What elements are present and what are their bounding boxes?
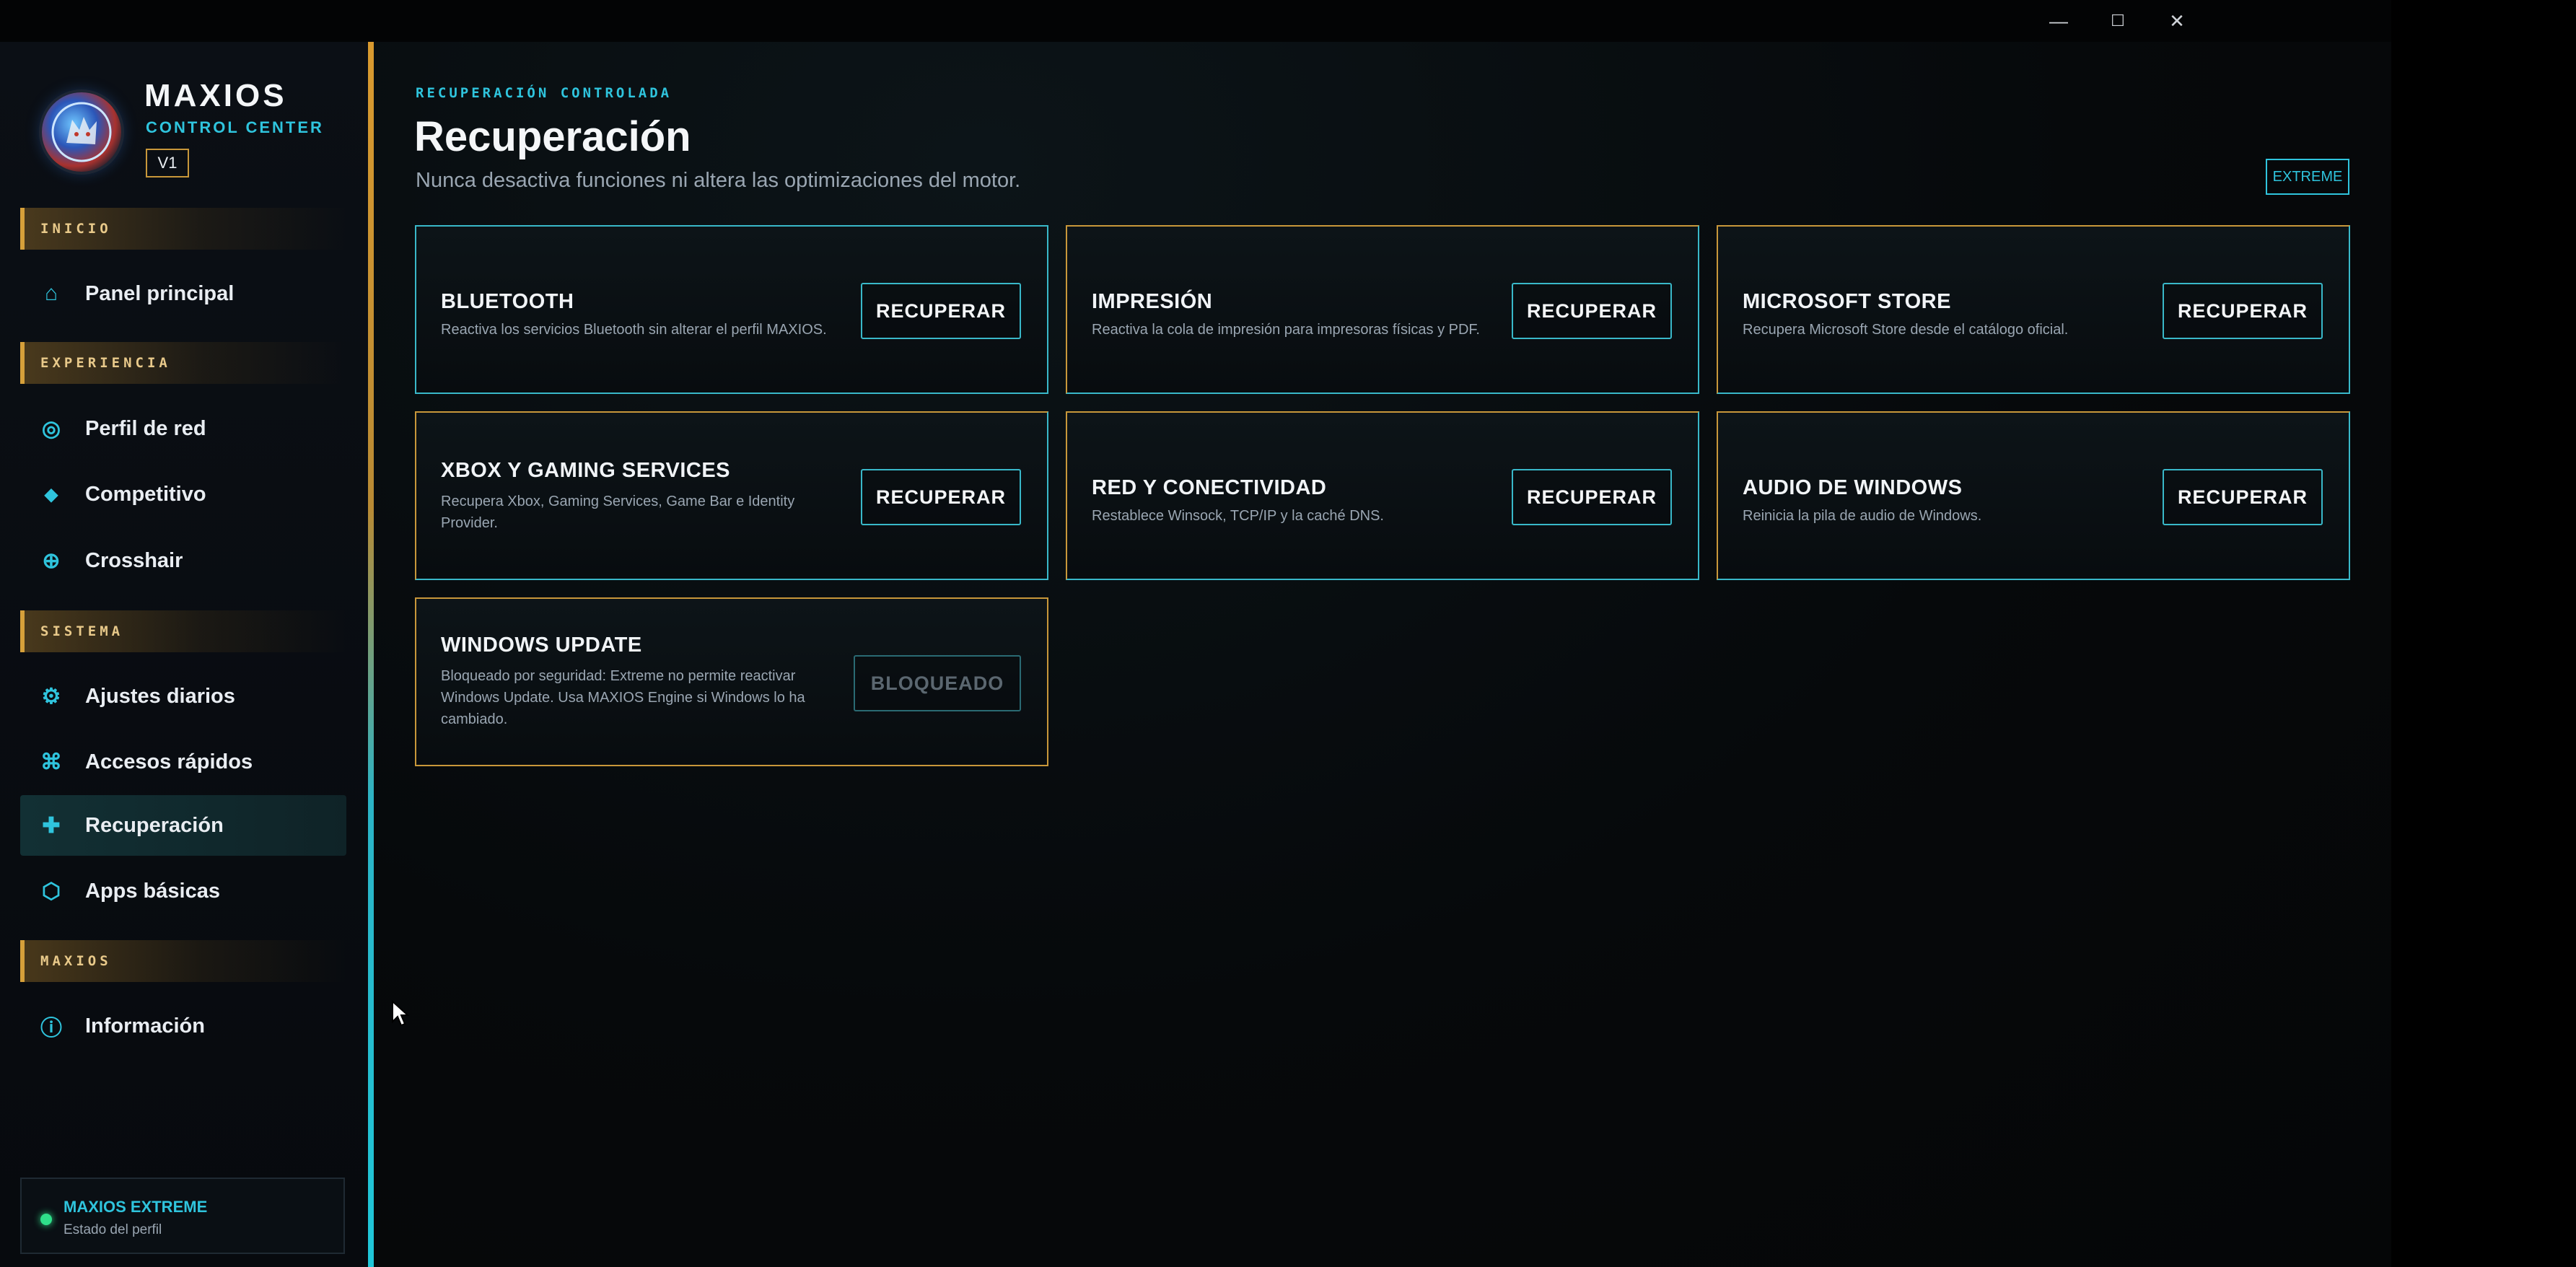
- recovery-card-xbox: XBOX Y GAMING SERVICES Recupera Xbox, Ga…: [415, 411, 1048, 580]
- profile-badge: EXTREME: [2266, 159, 2349, 195]
- gear-icon: ⚙: [41, 684, 61, 709]
- mouse-cursor-icon: [392, 1000, 410, 1027]
- card-description: Restablece Winsock, TCP/IP y la caché DN…: [1092, 508, 1384, 524]
- sidebar-item-label: Competitivo: [85, 482, 206, 506]
- sidebar-item-label: Panel principal: [85, 281, 235, 305]
- page-title: Recuperación: [414, 113, 691, 160]
- card-title: IMPRESIÓN: [1092, 290, 1213, 313]
- card-description: Bloqueado por seguridad: Extreme no perm…: [441, 668, 805, 727]
- sidebar-item-label: Información: [85, 1014, 205, 1038]
- maximize-icon[interactable]: ☐: [2088, 0, 2147, 42]
- card-title: BLUETOOTH: [441, 290, 574, 313]
- sidebar-accent-divider: [368, 42, 374, 1267]
- sidebar-item-perfil-de-red[interactable]: ◎ Perfil de red: [20, 398, 346, 459]
- card-description: Reactiva los servicios Bluetooth sin alt…: [441, 322, 827, 338]
- recovery-card-bluetooth: BLUETOOTH Reactiva los servicios Bluetoo…: [415, 225, 1048, 394]
- title-bar: — ☐ ✕: [0, 0, 2391, 42]
- crosshair-icon: ⊕: [42, 548, 61, 573]
- minimize-icon[interactable]: —: [2029, 0, 2088, 42]
- card-title: XBOX Y GAMING SERVICES: [441, 459, 730, 482]
- recover-button[interactable]: RECUPERAR: [861, 283, 1021, 339]
- sidebar-item-informacion[interactable]: ⓘ Información: [20, 996, 346, 1056]
- card-title: WINDOWS UPDATE: [441, 634, 642, 657]
- recover-button[interactable]: RECUPERAR: [2163, 469, 2323, 525]
- recover-button[interactable]: RECUPERAR: [1512, 283, 1672, 339]
- command-icon: ⌘: [40, 750, 62, 774]
- recovery-card-audio: AUDIO DE WINDOWS Reinicia la pila de aud…: [1717, 411, 2350, 580]
- status-indicator: [40, 1214, 52, 1225]
- window-controls: — ☐ ✕: [2029, 0, 2207, 42]
- brand-name: MAXIOS: [144, 78, 287, 113]
- recover-button[interactable]: RECUPERAR: [861, 469, 1021, 525]
- card-description: Reinicia la pila de audio de Windows.: [1743, 508, 1982, 524]
- section-maxios: MAXIOS: [20, 940, 346, 982]
- profile-status-panel: MAXIOS EXTREME Estado del perfil: [20, 1178, 345, 1254]
- hexagon-icon: ⬡: [41, 879, 61, 903]
- wolf-logo-icon: [51, 102, 112, 162]
- sidebar-item-panel-principal[interactable]: ⌂ Panel principal: [20, 263, 346, 324]
- status-subtitle: Estado del perfil: [63, 1222, 162, 1237]
- card-title: RED Y CONECTIVIDAD: [1092, 476, 1327, 499]
- recover-button[interactable]: RECUPERAR: [2163, 283, 2323, 339]
- status-title: MAXIOS EXTREME: [63, 1198, 208, 1216]
- card-title: AUDIO DE WINDOWS: [1743, 476, 1963, 499]
- maxios-logo: [42, 92, 121, 172]
- section-inicio: INICIO: [20, 208, 346, 250]
- close-icon[interactable]: ✕: [2147, 0, 2207, 42]
- sidebar-item-competitivo[interactable]: ◆ Competitivo: [20, 464, 346, 525]
- sidebar-item-apps-basicas[interactable]: ⬡ Apps básicas: [20, 861, 346, 921]
- sidebar: MAXIOS CONTROL CENTER V1 INICIO ⌂ Panel …: [0, 42, 368, 1267]
- recovery-card-red-conectividad: RED Y CONECTIVIDAD Restablece Winsock, T…: [1066, 411, 1699, 580]
- blocked-button: BLOQUEADO: [854, 655, 1021, 711]
- brand-subtitle: CONTROL CENTER: [146, 118, 324, 136]
- sidebar-item-ajustes-diarios[interactable]: ⚙ Ajustes diarios: [20, 666, 346, 727]
- sidebar-item-label: Perfil de red: [85, 416, 206, 440]
- section-sistema: SISTEMA: [20, 610, 346, 652]
- sidebar-item-recuperacion[interactable]: ✚ Recuperación: [20, 795, 346, 856]
- version-badge: V1: [146, 149, 189, 177]
- sidebar-item-label: Crosshair: [85, 548, 183, 572]
- sidebar-item-label: Apps básicas: [85, 879, 220, 903]
- recovery-card-windows-update: WINDOWS UPDATE Bloqueado por seguridad: …: [415, 597, 1048, 766]
- target-icon: ◎: [41, 416, 61, 441]
- page-eyebrow: RECUPERACIÓN CONTROLADA: [416, 85, 673, 101]
- info-icon: ⓘ: [40, 1017, 62, 1040]
- diamond-icon: ◆: [44, 484, 58, 504]
- card-title: MICROSOFT STORE: [1743, 290, 1951, 313]
- sidebar-item-crosshair[interactable]: ⊕ Crosshair: [20, 530, 346, 591]
- sidebar-item-label: Ajustes diarios: [85, 684, 235, 708]
- card-description: Reactiva la cola de impresión para impre…: [1092, 322, 1480, 338]
- recovery-card-impresion: IMPRESIÓN Reactiva la cola de impresión …: [1066, 225, 1699, 394]
- outside-area: [2391, 0, 2576, 1267]
- card-description: Recupera Microsoft Store desde el catálo…: [1743, 322, 2069, 338]
- sidebar-item-accesos-rapidos[interactable]: ⌘ Accesos rápidos: [20, 732, 346, 792]
- sidebar-item-label: Accesos rápidos: [85, 750, 253, 773]
- plus-icon: ✚: [42, 813, 61, 838]
- card-description: Recupera Xbox, Gaming Services, Game Bar…: [441, 494, 795, 531]
- sidebar-item-label: Recuperación: [85, 813, 224, 837]
- page-subtitle: Nunca desactiva funciones ni altera las …: [416, 169, 1021, 192]
- recovery-card-microsoft-store: MICROSOFT STORE Recupera Microsoft Store…: [1717, 225, 2350, 394]
- recover-button[interactable]: RECUPERAR: [1512, 469, 1672, 525]
- section-experiencia: EXPERIENCIA: [20, 342, 346, 384]
- home-icon: ⌂: [44, 281, 58, 305]
